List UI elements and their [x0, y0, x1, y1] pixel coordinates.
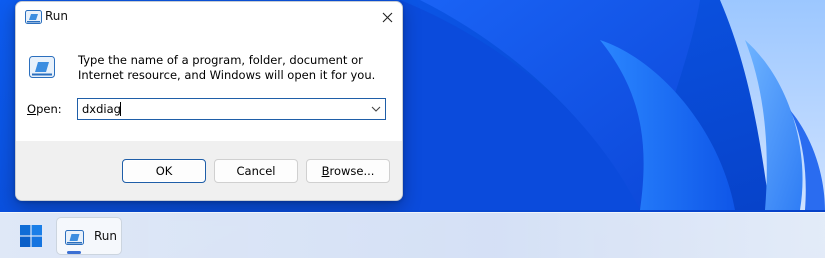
dialog-body: Type the name of a program, folder, docu…	[16, 33, 402, 141]
run-dialog: Run Type the name of a program, folder, …	[15, 1, 403, 201]
close-button[interactable]	[372, 2, 402, 33]
active-indicator	[67, 251, 81, 254]
dialog-title: Run	[45, 9, 69, 23]
open-label: Open:	[27, 102, 62, 116]
dialog-footer: OK Cancel Browse...	[16, 141, 402, 200]
browse-access-key: B	[321, 164, 330, 178]
cancel-button[interactable]: Cancel	[214, 159, 298, 183]
browse-button-label: rowse...	[329, 164, 375, 178]
desktop: Run Type the name of a program, folder, …	[0, 0, 825, 258]
chevron-down-icon[interactable]	[370, 103, 382, 115]
start-button[interactable]	[11, 218, 51, 254]
browse-button[interactable]: Browse...	[306, 159, 390, 183]
windows-start-icon	[20, 225, 42, 247]
ok-button-label: OK	[155, 164, 173, 178]
taskbar-run-label: Run	[94, 229, 118, 243]
taskbar: Run	[0, 212, 825, 258]
run-icon	[25, 10, 42, 24]
text-caret	[120, 102, 121, 116]
open-label-access-key: O	[27, 102, 37, 116]
run-program-icon	[29, 56, 55, 78]
open-combobox[interactable]	[77, 98, 386, 120]
taskbar-run-button[interactable]: Run	[56, 217, 122, 255]
dialog-description: Type the name of a program, folder, docu…	[78, 53, 376, 82]
title-bar[interactable]: Run	[16, 2, 402, 33]
open-label-rest: pen:	[36, 102, 62, 116]
cancel-button-label: Cancel	[236, 164, 276, 178]
ok-button[interactable]: OK	[122, 159, 206, 183]
run-icon	[65, 230, 84, 245]
close-icon	[382, 12, 392, 23]
